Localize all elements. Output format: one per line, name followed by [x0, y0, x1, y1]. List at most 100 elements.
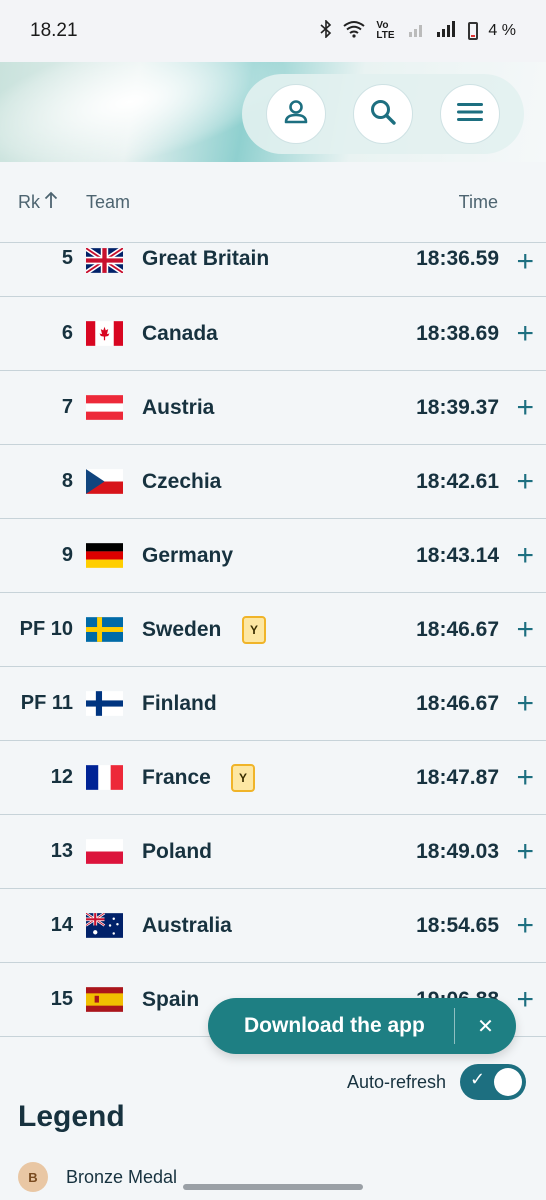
home-indicator[interactable] [183, 1184, 363, 1190]
auto-refresh-control: Auto-refresh ✓ [347, 1064, 526, 1100]
rank-cell: 15 [50, 988, 73, 1010]
rank-cell: PF 10 [19, 618, 73, 640]
table-row[interactable]: 12 France Y 18:47.87 + [0, 740, 546, 814]
expand-plus-icon[interactable]: + [516, 540, 534, 571]
rank-cell: 7 [61, 396, 73, 418]
rank-cell: 5 [61, 247, 73, 269]
flag-gb-icon [86, 248, 123, 273]
status-icons: Vo LTE 4 % [320, 18, 516, 43]
flag-ca-icon [86, 321, 123, 346]
download-app-banner[interactable]: Download the app ✕ [208, 998, 516, 1054]
time-cell: 18:54.65 [416, 913, 499, 937]
legend-item-label: Bronze Medal [66, 1166, 178, 1187]
status-bar: 18.21 Vo LTE 4 % [0, 0, 546, 62]
auto-refresh-toggle[interactable]: ✓ [460, 1064, 526, 1100]
expand-plus-icon[interactable]: + [516, 910, 534, 941]
header-actions [242, 74, 524, 154]
menu-icon [456, 100, 484, 129]
download-app-button[interactable]: Download the app [208, 1014, 454, 1038]
flag-au-icon [86, 913, 123, 938]
time-cell: 18:42.61 [416, 469, 499, 493]
signal-icon-2 [436, 20, 458, 43]
rank-cell: 13 [50, 840, 73, 862]
rank-cell: 12 [50, 766, 73, 788]
expand-plus-icon[interactable]: + [516, 688, 534, 719]
auto-refresh-label: Auto-refresh [346, 1071, 446, 1092]
team-name: Great Britain [142, 247, 270, 270]
table-row[interactable]: 9 Germany 18:43.14 + [0, 518, 546, 592]
team-name: Australia [142, 913, 232, 937]
expand-plus-icon[interactable]: + [516, 392, 534, 423]
expand-plus-icon[interactable]: + [516, 836, 534, 867]
team-name: Germany [142, 543, 234, 567]
team-column-header: Team [86, 191, 131, 212]
search-button[interactable] [352, 84, 413, 144]
rank-cell: 9 [61, 544, 73, 566]
close-icon[interactable]: ✕ [455, 1014, 516, 1039]
table-row[interactable]: 7 Austria 18:39.37 + [0, 370, 546, 444]
team-name: Austria [142, 395, 215, 419]
rank-column-header[interactable]: Rk [18, 191, 58, 214]
table-row[interactable]: PF 11 Finland 18:46.67 + [0, 666, 546, 740]
flag-fr-icon [86, 765, 123, 790]
flag-es-icon [86, 987, 123, 1012]
table-row[interactable]: PF 10 Sweden Y 18:46.67 + [0, 592, 546, 666]
time-cell: 18:38.69 [416, 321, 499, 345]
team-name: Canada [142, 321, 218, 345]
team-name: Sweden [142, 617, 222, 641]
expand-plus-icon[interactable]: + [516, 247, 534, 277]
bronze-medal-icon: B [18, 1162, 48, 1192]
battery-icon [468, 22, 479, 40]
rank-cell: 8 [61, 470, 73, 492]
results-list: 5 Great Britain 18:36.59 + 6 Canada 18:3… [0, 242, 546, 1037]
battery-percent: 4 % [488, 22, 516, 39]
bluetooth-icon [320, 18, 332, 43]
rank-cell: 14 [50, 914, 73, 936]
team-name: Spain [142, 987, 200, 1011]
time-column-header: Time [458, 191, 498, 212]
expand-plus-icon[interactable]: + [516, 762, 534, 793]
time-cell: 18:36.59 [416, 247, 499, 270]
flag-se-icon [86, 617, 123, 642]
flag-fi-icon [86, 691, 123, 716]
legend-title: Legend [18, 1100, 125, 1133]
time-cell: 18:39.37 [416, 395, 499, 419]
app-header [0, 62, 546, 162]
rank-cell: PF 11 [20, 692, 73, 714]
sort-arrow-up-icon [44, 191, 58, 214]
youth-badge: Y [242, 615, 266, 644]
toggle-knob [494, 1068, 522, 1096]
time-cell: 18:47.87 [416, 765, 499, 789]
wifi-icon [342, 20, 366, 43]
time-cell: 18:49.03 [416, 839, 499, 863]
flag-at-icon [86, 395, 123, 420]
time-cell: 18:43.14 [416, 543, 499, 567]
table-row[interactable]: 13 Poland 18:49.03 + [0, 814, 546, 888]
user-icon [282, 98, 310, 131]
team-name: Finland [142, 691, 217, 715]
team-name: Czechia [142, 469, 222, 493]
team-name: France [142, 765, 211, 789]
flag-cz-icon [86, 469, 123, 494]
results-table-header: Rk Team Time [0, 162, 546, 242]
expand-plus-icon[interactable]: + [516, 614, 534, 645]
flag-de-icon [86, 543, 123, 568]
signal-icon-1 [408, 20, 426, 43]
time-cell: 18:46.67 [416, 691, 499, 715]
search-icon [369, 98, 397, 131]
youth-badge: Y [231, 763, 255, 792]
table-row[interactable]: 5 Great Britain 18:36.59 + [0, 242, 546, 296]
table-row[interactable]: 14 Australia 18:54.65 + [0, 888, 546, 962]
time-cell: 18:46.67 [416, 617, 499, 641]
check-icon: ✓ [470, 1069, 486, 1089]
legend-item: B Bronze Medal [18, 1162, 177, 1192]
table-row[interactable]: 6 Canada 18:38.69 + [0, 296, 546, 370]
table-row[interactable]: 8 Czechia 18:42.61 + [0, 444, 546, 518]
rank-header-label: Rk [18, 191, 40, 212]
account-button[interactable] [265, 84, 326, 144]
menu-button[interactable] [440, 84, 501, 144]
expand-plus-icon[interactable]: + [516, 466, 534, 497]
expand-plus-icon[interactable]: + [516, 984, 534, 1015]
rank-cell: 6 [61, 322, 73, 344]
expand-plus-icon[interactable]: + [516, 318, 534, 349]
